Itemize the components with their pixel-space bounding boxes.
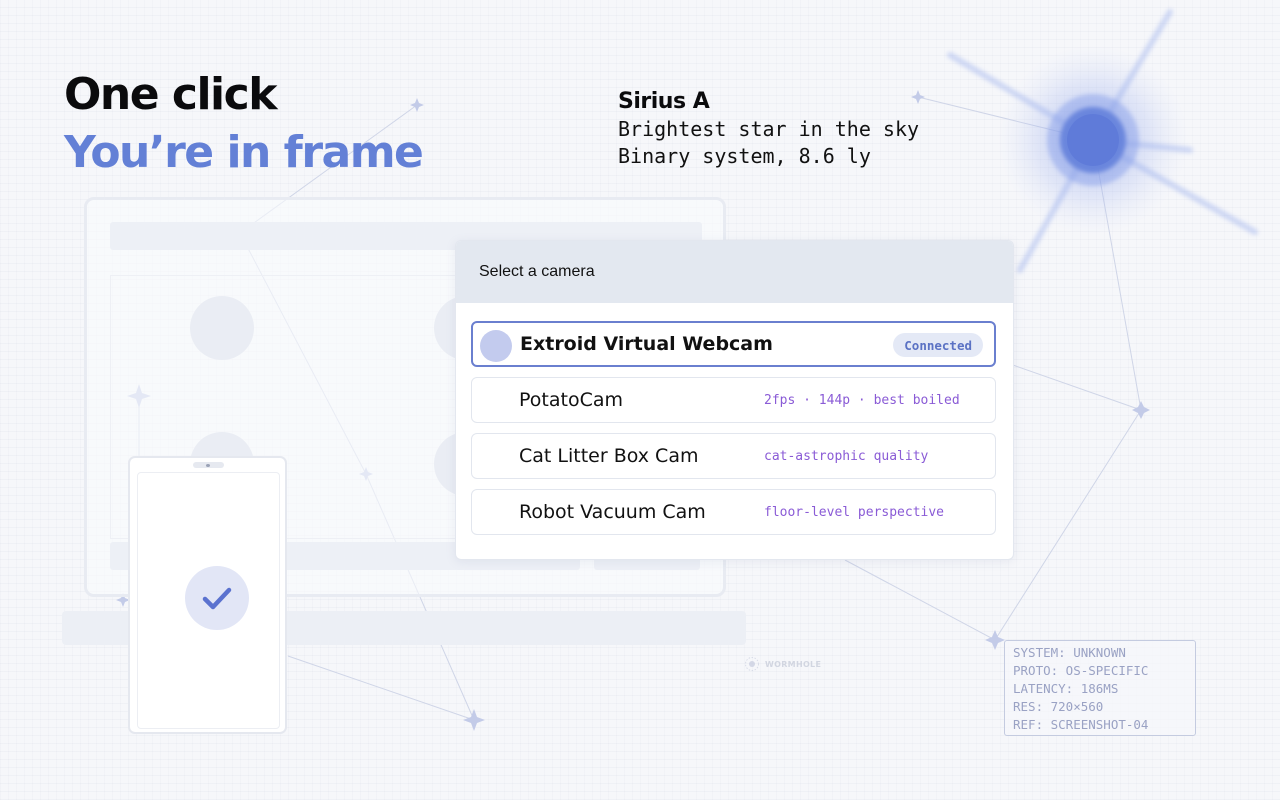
camera-name: PotatoCam: [519, 389, 623, 411]
headline: One click You’re in frame: [64, 66, 424, 182]
logo-text: WORMHOLE: [765, 659, 822, 669]
camera-option-potatocam[interactable]: PotatoCam 2fps · 144p · best boiled: [471, 377, 996, 423]
phone-notch: [193, 462, 224, 468]
star-info: Sirius A Brightest star in the sky Binar…: [618, 88, 919, 170]
star-name: Sirius A: [618, 89, 710, 114]
camera-name: Robot Vacuum Cam: [519, 501, 706, 523]
system-info-line: SYSTEM: UNKNOWN: [1013, 645, 1126, 660]
camera-option-extroid[interactable]: Extroid Virtual Webcam Connected: [471, 321, 996, 367]
system-info-line: REF: SCREENSHOT-04: [1013, 717, 1149, 732]
camera-name: Cat Litter Box Cam: [519, 445, 699, 467]
camera-select-dialog: Select a camera Extroid Virtual Webcam C…: [455, 240, 1014, 560]
dialog-title: Select a camera: [456, 241, 1013, 303]
system-info-line: LATENCY: 186MS: [1013, 681, 1119, 696]
system-info-line: PROTO: OS-SPECIFIC: [1013, 663, 1149, 678]
camera-option-robot-vacuum-cam[interactable]: Robot Vacuum Cam floor-level perspective: [471, 489, 996, 535]
laptop-mockup-avatar: [190, 296, 254, 360]
wormhole-logo: WORMHOLE: [744, 656, 821, 672]
headline-line-1: One click: [64, 69, 277, 120]
camera-note: cat-astrophic quality: [764, 448, 929, 464]
star-description: Brightest star in the sky: [618, 117, 920, 141]
camera-option-cat-litter-box-cam[interactable]: Cat Litter Box Cam cat-astrophic quality: [471, 433, 996, 479]
phone-screen: [137, 472, 280, 729]
camera-note: 2fps · 144p · best boiled: [764, 392, 960, 408]
wormhole-logo-icon: [745, 657, 759, 671]
star-details: Binary system, 8.6 ly: [618, 144, 871, 168]
phone-mockup: [128, 456, 287, 734]
system-info-box: SYSTEM: UNKNOWN PROTO: OS-SPECIFIC LATEN…: [1004, 640, 1196, 736]
connected-badge: Connected: [893, 333, 983, 357]
camera-note: floor-level perspective: [764, 504, 945, 520]
headline-line-2: You’re in frame: [64, 127, 424, 178]
checkmark-icon: [185, 566, 249, 630]
camera-name: Extroid Virtual Webcam: [520, 333, 773, 355]
sirius-star-icon: [947, 9, 1258, 273]
system-info-line: RES: 720×560: [1013, 699, 1104, 714]
camera-indicator-icon: [480, 330, 512, 362]
